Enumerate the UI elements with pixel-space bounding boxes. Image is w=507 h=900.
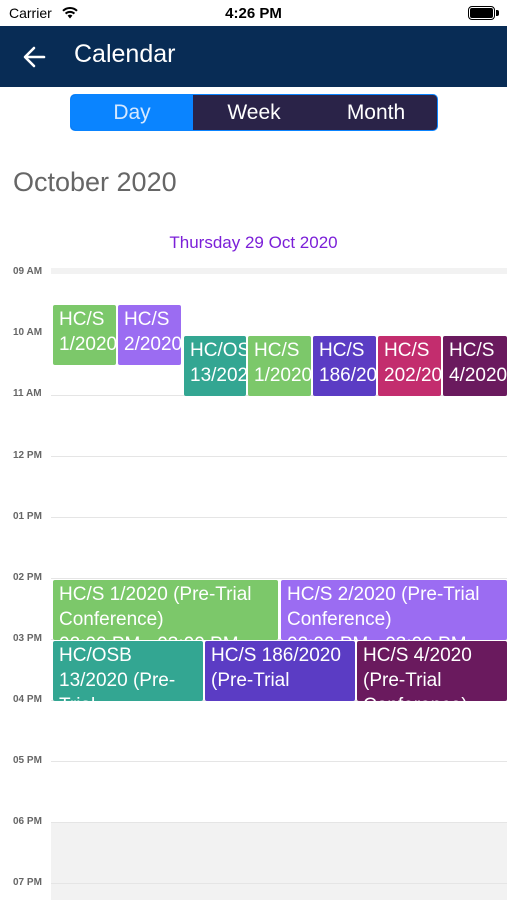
battery-icon	[468, 6, 499, 20]
event-title: HC/S 2/2020 (Pre-Trial Conference)	[287, 584, 480, 630]
hour-label-7pm: 07 PM	[13, 877, 42, 888]
event-time: 02:00 PM - 03:00 PM	[287, 632, 507, 640]
hour-line	[51, 517, 507, 518]
hour-label-2pm: 02 PM	[13, 572, 42, 583]
navigation-bar: Calendar	[0, 26, 507, 87]
segment-day[interactable]: Day	[71, 95, 193, 130]
event-hc-s-186-2020[interactable]: HC/S 186/2020	[313, 336, 376, 396]
hour-label-5pm: 05 PM	[13, 755, 42, 766]
day-timeline[interactable]: 09 AM 10 AM 11 AM 12 PM 01 PM 02 PM 03 P…	[0, 266, 507, 900]
hour-line	[51, 822, 507, 823]
hour-label-12pm: 12 PM	[13, 450, 42, 461]
event-title: HC/S 186/2020	[319, 340, 376, 386]
event-hc-osb-13-2020[interactable]: HC/OSB 13/2020	[184, 336, 246, 396]
segment-week-label: Week	[227, 100, 281, 124]
segment-week[interactable]: Week	[193, 95, 315, 130]
hour-label-11am: 11 AM	[13, 388, 42, 399]
hour-line	[51, 578, 507, 579]
event-title: HC/OSB 13/2020	[190, 340, 246, 386]
event-hc-s-186-2020-pretrial[interactable]: HC/S 186/2020 (Pre-Trial	[205, 641, 355, 701]
event-title: HC/S 186/2020 (Pre-Trial	[211, 645, 341, 691]
hour-line	[51, 456, 507, 457]
segment-month[interactable]: Month	[315, 95, 437, 130]
event-title: HC/S 1/2020	[254, 340, 311, 386]
hour-line	[51, 761, 507, 762]
page-title: Calendar	[74, 40, 176, 68]
clock-time: 4:26 PM	[225, 5, 282, 22]
event-hc-s-1-2020[interactable]: HC/S 1/2020	[53, 305, 116, 365]
event-title: HC/OSB 13/2020 (Pre-Trial	[59, 645, 176, 701]
hour-line	[51, 883, 507, 884]
event-hc-osb-13-2020-pretrial[interactable]: HC/OSB 13/2020 (Pre-Trial	[53, 641, 203, 701]
event-title: HC/S 4/2020	[449, 340, 507, 386]
event-title: HC/S 1/2020 (Pre-Trial Conference)	[59, 584, 252, 630]
hour-label-9am: 09 AM	[13, 266, 43, 277]
event-hc-s-4-2020-pretrial[interactable]: HC/S 4/2020 (Pre-Trial Conference)	[357, 641, 507, 701]
hour-label-6pm: 06 PM	[13, 816, 42, 827]
back-button[interactable]	[14, 41, 54, 73]
segment-day-label: Day	[113, 100, 151, 124]
hour-label-1pm: 01 PM	[13, 511, 42, 522]
view-mode-segmented-control: Day Week Month	[70, 94, 438, 131]
arrow-left-icon	[23, 46, 46, 68]
status-bar: Carrier 4:26 PM	[0, 0, 507, 26]
event-title: HC/S 2/2020	[124, 309, 181, 355]
event-title: HC/S 202/2020	[384, 340, 441, 386]
day-label: Thursday 29 Oct 2020	[169, 233, 338, 252]
event-time: 02:00 PM - 03:00 PM	[59, 632, 278, 640]
event-hc-s-4-2020[interactable]: HC/S 4/2020	[443, 336, 507, 396]
event-hc-s-1-2020-pretrial[interactable]: HC/S 1/2020 (Pre-Trial Conference) 02:00…	[53, 580, 278, 640]
off-hours-shade-bottom	[51, 823, 507, 900]
event-hc-s-2-2020-pretrial[interactable]: HC/S 2/2020 (Pre-Trial Conference) 02:00…	[281, 580, 507, 640]
event-hc-s-202-2020[interactable]: HC/S 202/2020	[378, 336, 441, 396]
off-hours-shade-top	[51, 268, 507, 274]
event-hc-s-1-2020-b[interactable]: HC/S 1/2020	[248, 336, 311, 396]
hour-label-3pm: 03 PM	[13, 633, 42, 644]
event-title: HC/S 4/2020 (Pre-Trial Conference)	[363, 645, 472, 701]
hour-label-10am: 10 AM	[13, 327, 43, 338]
month-title: October 2020	[13, 167, 177, 197]
hour-label-4pm: 04 PM	[13, 694, 42, 705]
event-hc-s-2-2020[interactable]: HC/S 2/2020	[118, 305, 181, 365]
event-title: HC/S 1/2020	[59, 309, 116, 355]
segment-month-label: Month	[346, 100, 406, 124]
